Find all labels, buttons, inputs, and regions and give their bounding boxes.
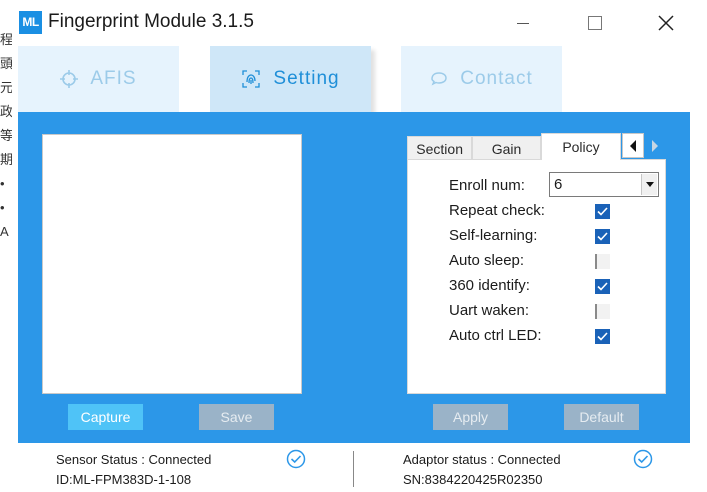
tab-policy[interactable]: Policy [541,133,621,160]
auto-ctrl-led-checkbox[interactable] [595,329,610,344]
tab-contact[interactable]: Contact [401,46,562,112]
tab-scroll-arrows [622,133,666,158]
background-char: 政 [0,104,12,119]
default-button[interactable]: Default [564,404,639,430]
maximize-button[interactable] [572,4,618,42]
self-learning-label: Self-learning: [449,227,538,244]
arrow-left-icon [630,139,636,152]
background-char: A [0,224,9,239]
tab-label: Setting [273,68,340,89]
apply-button[interactable]: Apply [433,404,508,430]
enroll-num-label: Enroll num: [449,177,525,194]
repeat-check-label: Repeat check: [449,202,545,219]
self-learning-checkbox[interactable] [595,229,610,244]
close-icon [658,15,674,31]
fingerprint-icon [241,69,261,89]
enroll-num-value: 6 [554,176,563,193]
background-char: 元 [0,80,12,95]
background-char: 等 [0,128,12,143]
checkmark-icon [597,332,608,341]
sensor-connected-check-icon [286,449,306,469]
title-bar: ML Fingerprint Module 3.1.5 [0,0,707,46]
uart-waken-label: Uart waken: [449,302,530,319]
sensor-id-text: ID:ML-FPM383D-1-108 [56,472,192,487]
minimize-button[interactable] [500,4,546,42]
minimize-icon [517,22,529,24]
maximize-icon [588,16,602,30]
save-button[interactable]: Save [199,404,274,430]
adaptor-status-text: Adaptor status : Connected [403,452,561,467]
background-char: 程 [0,32,12,47]
tab-scroll-left-button[interactable] [622,133,644,158]
background-window-edge: 程 頭 元 政 等 期 • • A [0,28,12,492]
tab-afis[interactable]: AFIS [18,46,179,112]
360-identify-label: 360 identify: [449,277,530,294]
close-button[interactable] [643,4,689,42]
adaptor-sn-text: SN:8384220425R02350 [403,472,543,487]
checkmark-icon [597,232,608,241]
tab-label: Contact [460,68,533,89]
tab-label: AFIS [90,68,137,89]
settings-panel: Capture Save Apply Default Section Gain … [18,112,690,443]
checkmark-icon [597,282,608,291]
uart-waken-checkbox[interactable] [595,304,610,319]
auto-sleep-label: Auto sleep: [449,252,525,269]
app-logo: ML [19,11,42,34]
background-char: • [0,200,5,215]
dropdown-arrow-icon [641,174,657,195]
360-identify-checkbox[interactable] [595,279,610,294]
policy-page: Enroll num: 6 Repeat check: Self-learnin… [407,159,666,394]
background-char: • [0,176,5,191]
fingerprint-image-area [42,134,302,394]
status-bar: Sensor Status : Connected ID:ML-FPM383D-… [0,443,707,492]
checkmark-icon [597,207,608,216]
repeat-check-checkbox[interactable] [595,204,610,219]
background-char: 頭 [0,56,12,71]
enroll-num-select[interactable]: 6 [549,172,659,197]
status-divider [353,451,354,487]
background-char: 期 [0,152,12,167]
tab-section[interactable]: Section [407,136,472,160]
sensor-status-text: Sensor Status : Connected [56,452,212,467]
window-title: Fingerprint Module 3.1.5 [48,11,254,32]
property-sheet-tabs: Section Gain Policy [407,133,666,160]
tab-gain[interactable]: Gain [472,136,541,160]
auto-ctrl-led-label: Auto ctrl LED: [449,327,542,344]
tab-scroll-right-button[interactable] [644,133,666,158]
crosshair-icon [60,70,79,88]
tab-setting[interactable]: Setting [210,46,371,112]
chat-bubble-icon [430,71,448,87]
auto-sleep-checkbox[interactable] [595,254,610,269]
adaptor-connected-check-icon [633,449,653,469]
capture-button[interactable]: Capture [68,404,143,430]
arrow-right-icon [652,139,658,152]
